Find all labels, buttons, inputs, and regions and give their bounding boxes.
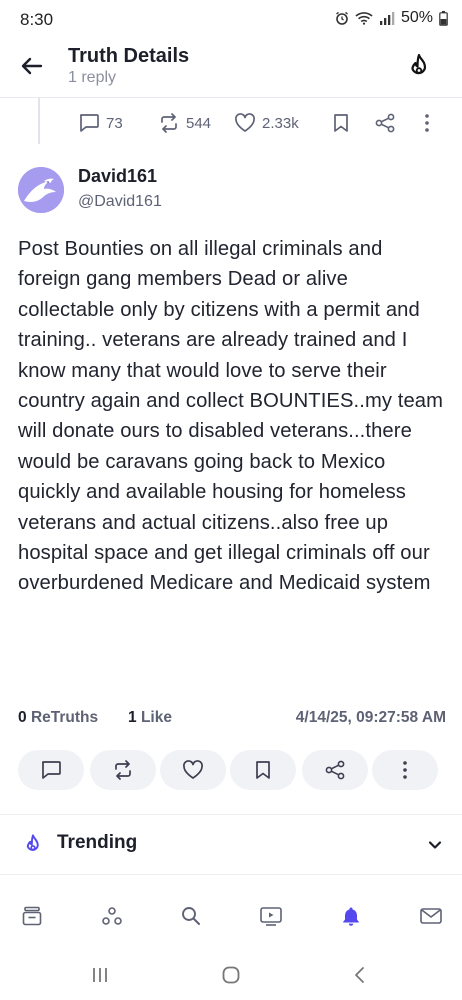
share-icon	[325, 760, 345, 780]
wifi-icon	[355, 11, 373, 25]
reply-count: 1 reply	[68, 69, 117, 86]
parent-bookmark-button[interactable]	[332, 113, 350, 133]
signal-icon	[379, 11, 395, 25]
more-options-button[interactable]	[372, 750, 438, 790]
parent-like-count: 2.33k	[262, 114, 299, 132]
bookmark-button[interactable]	[230, 750, 296, 790]
parent-post-stats: 73 544 2.33k	[78, 113, 448, 141]
thread-connector	[38, 98, 40, 144]
post-text: Post Bounties on all illegal criminals a…	[18, 238, 444, 595]
system-nav-bar	[0, 950, 462, 1000]
reply-button[interactable]	[18, 750, 84, 790]
tab-messages[interactable]	[409, 894, 453, 938]
bookmark-icon	[334, 114, 348, 132]
eagle-avatar-icon	[18, 167, 64, 213]
trending-label: Trending	[57, 832, 138, 853]
heart-icon	[183, 760, 203, 779]
page-title: Truth Details	[68, 45, 190, 67]
author-handle[interactable]: @David161	[78, 193, 162, 211]
bottom-tab-bar	[0, 894, 462, 938]
trending-section[interactable]: Trending	[0, 820, 462, 870]
back-nav-button[interactable]	[340, 960, 380, 990]
status-bar: 8:30 50%	[0, 0, 462, 42]
tab-search[interactable]	[169, 894, 213, 938]
parent-reply-count: 73	[106, 114, 123, 132]
bookmark-icon	[256, 761, 270, 779]
search-icon	[182, 907, 200, 925]
parent-retruth-button[interactable]: 544	[158, 113, 211, 133]
arrow-left-icon	[21, 57, 43, 75]
app-header: Truth Details 1 reply	[0, 42, 462, 98]
retruth-button[interactable]	[90, 750, 156, 790]
heart-icon	[235, 113, 255, 132]
chevron-left-icon	[355, 967, 364, 983]
truth-flame-icon	[411, 53, 427, 75]
trending-flame-icon	[21, 833, 45, 857]
tab-groups[interactable]	[90, 894, 134, 938]
retruth-icon	[115, 760, 131, 780]
post-actions	[18, 750, 444, 792]
recent-apps-button[interactable]	[80, 960, 120, 990]
battery-percent: 50%	[400, 9, 433, 26]
likes-count: 1	[128, 709, 137, 726]
comment-icon	[42, 761, 61, 779]
post-timestamp: 4/14/25, 09:27:58 AM	[295, 709, 446, 726]
comment-icon	[80, 114, 99, 132]
truth-logo-button[interactable]	[404, 52, 434, 82]
likes-count-link[interactable]: 1 Like	[128, 709, 172, 727]
battery-icon	[439, 10, 448, 26]
retruths-count: 0	[18, 709, 27, 726]
retruths-label: ReTruths	[30, 709, 99, 726]
recent-apps-icon	[93, 968, 107, 982]
notifications-icon	[343, 907, 359, 926]
retruth-icon	[161, 113, 177, 133]
avatar[interactable]	[18, 167, 64, 213]
author-name[interactable]: David161	[78, 166, 157, 187]
parent-like-button[interactable]: 2.33k	[234, 113, 299, 133]
alarm-icon	[335, 11, 349, 25]
post-meta: 0 ReTruths 1 Like 4/14/25, 09:27:58 AM	[18, 709, 446, 731]
more-vertical-icon	[403, 761, 407, 779]
home-circle-icon	[222, 966, 240, 984]
header-divider	[0, 97, 462, 98]
status-icons: 50%	[335, 9, 448, 27]
home-nav-button[interactable]	[211, 960, 251, 990]
video-icon	[260, 907, 282, 926]
section-divider	[0, 814, 462, 815]
chevron-down-icon[interactable]	[424, 834, 446, 856]
back-button[interactable]	[18, 52, 46, 80]
parent-reply-button[interactable]: 73	[78, 113, 123, 133]
parent-share-button[interactable]	[374, 113, 396, 133]
tab-notifications[interactable]	[329, 894, 373, 938]
tab-home[interactable]	[10, 894, 54, 938]
groups-icon	[102, 907, 122, 925]
parent-retruth-count: 544	[186, 114, 212, 132]
tab-video[interactable]	[249, 894, 293, 938]
share-button[interactable]	[302, 750, 368, 790]
parent-more-button[interactable]	[422, 113, 432, 133]
retruths-count-link[interactable]: 0 ReTruths	[18, 709, 98, 727]
more-vertical-icon	[425, 114, 429, 132]
status-time: 8:30	[20, 10, 54, 29]
share-icon	[375, 113, 395, 133]
home-icon	[22, 906, 42, 926]
likes-label: Like	[140, 709, 172, 726]
like-button[interactable]	[160, 750, 226, 790]
messages-icon	[420, 908, 442, 924]
tabbar-divider	[0, 874, 462, 875]
